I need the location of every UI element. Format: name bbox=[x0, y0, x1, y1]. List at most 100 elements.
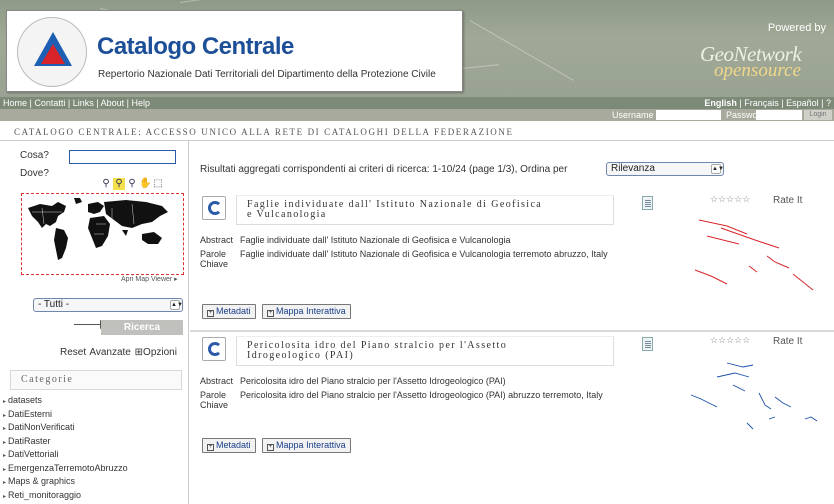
nav-help[interactable]: Help bbox=[131, 98, 150, 108]
arrow-right-icon bbox=[74, 320, 108, 329]
category-item[interactable]: DatiNonVerificati bbox=[3, 422, 128, 436]
category-item[interactable]: EmergenzaTerremotoAbruzzo bbox=[3, 463, 128, 477]
expand-plus-icon: + bbox=[207, 310, 214, 317]
category-item[interactable]: Maps & graphics bbox=[3, 476, 128, 490]
dataset-type-icon[interactable] bbox=[202, 196, 226, 220]
category-item[interactable]: Reti_monitoraggio bbox=[3, 490, 128, 504]
result-title-line: e Vulcanologia bbox=[247, 209, 327, 220]
metadati-button[interactable]: + Metadati bbox=[202, 438, 256, 453]
order-by-value: Rilevanza bbox=[611, 163, 655, 174]
result-title[interactable]: Faglie individuate dall' Istituto Nazion… bbox=[236, 195, 614, 225]
opzioni-link[interactable]: ⊞Opzioni bbox=[135, 347, 177, 358]
expand-plus-icon: + bbox=[207, 444, 214, 451]
rate-it-link[interactable]: Rate It bbox=[773, 195, 802, 206]
nav-links[interactable]: Links bbox=[73, 98, 94, 108]
zoom-out-icon[interactable]: ⚲ bbox=[126, 178, 138, 190]
abstract-label: Abstract bbox=[200, 376, 234, 386]
nav-contatti[interactable]: Contatti bbox=[34, 98, 65, 108]
keywords-text: Faglie individuate dall' Istituto Nazion… bbox=[240, 249, 608, 259]
geonetwork-logo-bottom: opensource bbox=[714, 60, 801, 81]
result-abstract: Abstract Faglie individuate dall' Istitut… bbox=[200, 235, 680, 245]
result-abstract: Abstract Pericolosita idro del Piano stra… bbox=[200, 376, 680, 386]
ricerca-button[interactable]: Ricerca bbox=[101, 320, 183, 335]
powered-by-label: Powered by bbox=[767, 22, 826, 34]
dove-label: Dove? bbox=[20, 168, 49, 179]
nav-about[interactable]: About bbox=[101, 98, 125, 108]
nav-home[interactable]: Home bbox=[3, 98, 27, 108]
top-menu-bar: Home | Contatti | Links | About | Help E… bbox=[0, 97, 834, 109]
order-by-select[interactable]: Rilevanza ▲▼ bbox=[606, 162, 724, 176]
zoom-in-icon[interactable]: ⚲ bbox=[113, 178, 125, 190]
result-actions: + Metadati + Mappa Interattiva bbox=[202, 304, 355, 319]
lang-english[interactable]: English bbox=[704, 98, 737, 108]
mappa-label: Mappa Interattiva bbox=[276, 306, 346, 316]
category-item[interactable]: DatiRaster bbox=[3, 436, 128, 450]
result-keywords: Parole Chiave Pericolosita idro del Piano… bbox=[200, 390, 680, 410]
lang-espanol[interactable]: Español bbox=[786, 98, 819, 108]
categories-list: datasets DatiEsterni DatiNonVerificati D… bbox=[3, 395, 128, 503]
metadati-label: Metadati bbox=[216, 440, 251, 450]
mappa-interattiva-button[interactable]: + Mappa Interattiva bbox=[262, 438, 351, 453]
rate-it-link[interactable]: Rate It bbox=[773, 336, 802, 347]
metadata-document-icon[interactable] bbox=[642, 337, 653, 351]
category-select[interactable]: - Tutti - ▲▼ bbox=[33, 298, 183, 312]
abstract-text: Faglie individuate dall' Istituto Nazion… bbox=[240, 235, 511, 245]
login-button[interactable]: Login bbox=[804, 110, 832, 120]
result-actions: + Metadati + Mappa Interattiva bbox=[202, 438, 355, 453]
category-item[interactable]: datasets bbox=[3, 395, 128, 409]
keywords-label: Parole Chiave bbox=[200, 390, 229, 410]
username-field[interactable] bbox=[656, 110, 721, 120]
site-title: Catalogo Centrale bbox=[97, 33, 294, 60]
keywords-label: Parole Chiave bbox=[200, 249, 229, 269]
category-item[interactable]: DatiVettoriali bbox=[3, 449, 128, 463]
avanzate-link[interactable]: Avanzate bbox=[89, 347, 131, 358]
cosa-search-input[interactable] bbox=[69, 150, 176, 164]
header-banner: Catalogo Centrale Repertorio Nazionale D… bbox=[0, 0, 834, 97]
logo-panel[interactable]: Catalogo Centrale Repertorio Nazionale D… bbox=[6, 10, 463, 92]
dataset-type-icon[interactable] bbox=[202, 337, 226, 361]
username-label: Username bbox=[612, 110, 654, 120]
search-options: Reset Avanzate ⊞Opzioni bbox=[60, 347, 177, 358]
mappa-interattiva-button[interactable]: + Mappa Interattiva bbox=[262, 304, 351, 319]
lang-francais[interactable]: Français bbox=[744, 98, 779, 108]
lang-sep: | bbox=[778, 98, 787, 108]
result-keywords: Parole Chiave Faglie individuate dall' Is… bbox=[200, 249, 680, 269]
metadati-button[interactable]: + Metadati bbox=[202, 304, 256, 319]
world-map[interactable] bbox=[21, 193, 184, 275]
category-select-value: - Tutti - bbox=[38, 299, 70, 310]
result-thumbnail[interactable] bbox=[687, 206, 827, 301]
reset-link[interactable]: Reset bbox=[60, 347, 86, 358]
zoom-icon[interactable]: ⚲ bbox=[100, 178, 112, 190]
rating-stars-icon[interactable]: ☆☆☆☆☆ bbox=[710, 194, 750, 205]
page-headline: CATALOGO CENTRALE: ACCESSO UNICO ALLA RE… bbox=[14, 127, 514, 137]
abstract-label: Abstract bbox=[200, 235, 234, 245]
site-subtitle: Repertorio Nazionale Dati Territoriali d… bbox=[98, 69, 436, 80]
metadati-label: Metadati bbox=[216, 306, 251, 316]
main-nav: Home | Contatti | Links | About | Help bbox=[3, 97, 150, 109]
results-panel: Risultati aggregati corrispondenti ai cr… bbox=[190, 141, 834, 504]
cosa-label: Cosa? bbox=[20, 150, 49, 161]
result-item: Faglie individuate dall' Istituto Nazion… bbox=[190, 191, 834, 326]
rating-stars-icon[interactable]: ☆☆☆☆☆ bbox=[710, 335, 750, 346]
result-item: Pericolosita idro del Piano stralcio per… bbox=[190, 330, 834, 467]
nav-sep: | bbox=[93, 98, 101, 108]
expand-plus-icon: + bbox=[267, 310, 275, 317]
result-title-line: Idrogeologico (PAI) bbox=[247, 350, 355, 361]
categories-heading: Categorie bbox=[10, 370, 182, 390]
pan-icon[interactable]: ✋ bbox=[139, 178, 151, 190]
category-item[interactable]: DatiEsterni bbox=[3, 409, 128, 423]
result-title[interactable]: Pericolosita idro del Piano stralcio per… bbox=[236, 336, 614, 366]
nav-sep: | bbox=[65, 98, 73, 108]
extent-icon[interactable]: ⬚ bbox=[152, 178, 164, 190]
login-bar: Username Password Login bbox=[0, 109, 834, 121]
apri-map-viewer-link[interactable]: Apri Map Viewer ▸ bbox=[121, 275, 178, 283]
search-panel: Cosa? Dove? ⚲ ⚲ ⚲ ✋ ⬚ Apri Map Viewer ▸ - Tu… bbox=[0, 141, 189, 504]
metadata-document-icon[interactable] bbox=[642, 196, 653, 210]
help-mark[interactable]: | ? bbox=[821, 98, 831, 108]
password-field[interactable] bbox=[756, 110, 802, 120]
geonetwork-logo[interactable]: GeoNetwork opensource bbox=[698, 42, 828, 82]
thumbnail-graphic bbox=[690, 362, 818, 450]
result-thumbnail[interactable] bbox=[687, 347, 827, 450]
world-map-graphic bbox=[28, 198, 168, 260]
select-arrows-icon: ▲▼ bbox=[711, 164, 724, 174]
